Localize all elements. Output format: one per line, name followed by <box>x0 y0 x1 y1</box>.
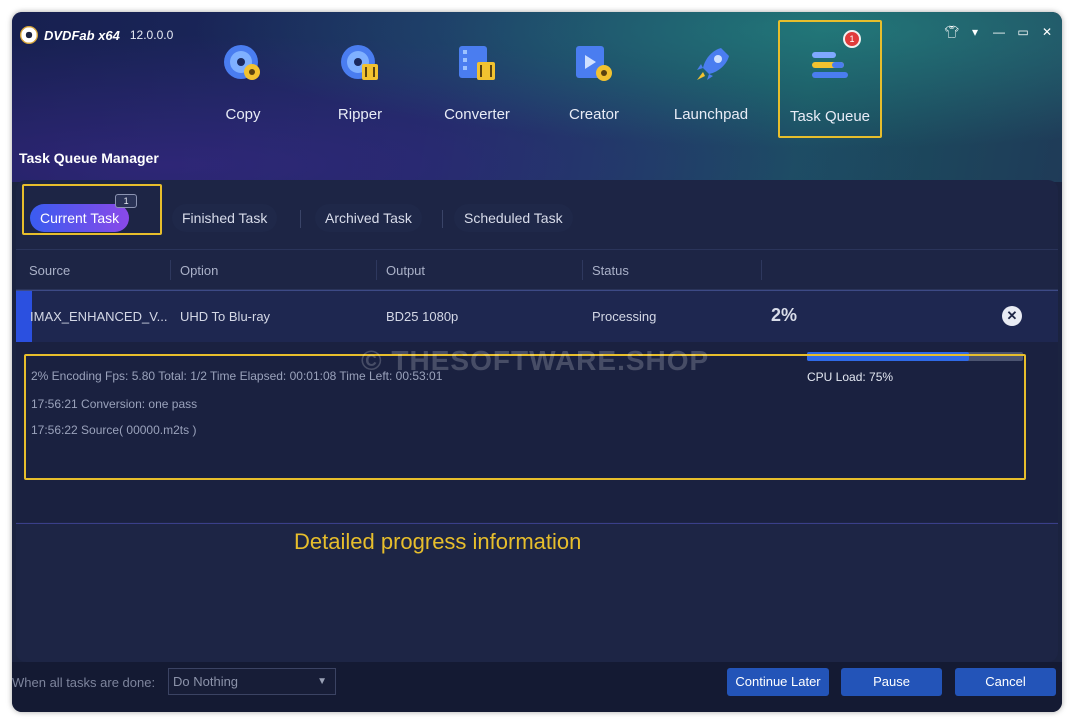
tab-label: Archived Task <box>325 210 412 226</box>
top-bar: DVDFab x64 12.0.0.0 👕︎ ▾ — ▭ ✕ Copy Ripp… <box>12 12 1062 182</box>
tab-scheduled-task[interactable]: Scheduled Task <box>454 204 573 232</box>
app-window: DVDFab x64 12.0.0.0 👕︎ ▾ — ▭ ✕ Copy Ripp… <box>12 12 1062 712</box>
rocket-icon <box>689 42 733 86</box>
pause-button[interactable]: Pause <box>841 668 942 696</box>
page-title: Task Queue Manager <box>19 150 159 166</box>
converter-film-icon <box>455 42 499 86</box>
tab-label: Finished Task <box>182 210 268 226</box>
window-controls: 👕︎ ▾ — ▭ ✕ <box>944 26 1054 38</box>
column-header-option: Option <box>180 263 219 278</box>
when-done-value: Do Nothing <box>173 674 239 689</box>
nav-label: Converter <box>444 106 510 123</box>
task-queue-panel: Current Task 1 Finished Task Archived Ta… <box>16 180 1058 662</box>
column-separator <box>170 260 171 280</box>
watermark: © THESOFTWARE.SHOP <box>361 345 710 376</box>
app-version: 12.0.0.0 <box>129 28 174 42</box>
task-option: UHD To Blu-ray <box>180 309 271 324</box>
annotation-label: Detailed progress information <box>294 529 582 554</box>
app-name: DVDFab x64 <box>44 27 120 43</box>
task-queue-icon <box>808 44 852 88</box>
tab-separator <box>300 210 301 228</box>
nav-label: Launchpad <box>673 106 749 123</box>
copy-disc-icon <box>221 42 265 86</box>
close-icon[interactable]: ✕ <box>1040 26 1054 38</box>
nav-ripper[interactable]: Ripper <box>310 42 410 138</box>
footer-bar: When all tasks are done: Do Nothing ▼ Co… <box>12 662 1062 712</box>
task-status: Processing <box>592 309 657 324</box>
tab-separator <box>442 210 443 228</box>
app-logo: DVDFab x64 12.0.0.0 <box>20 26 173 44</box>
dropdown-icon[interactable]: ▾ <box>968 26 982 38</box>
ripper-disc-icon <box>338 42 382 86</box>
when-done-select[interactable]: Do Nothing ▼ <box>168 668 336 695</box>
nav-task-queue[interactable]: 1 Task Queue <box>778 20 882 138</box>
nav-copy[interactable]: Copy <box>193 42 293 138</box>
maximize-icon[interactable]: ▭ <box>1016 26 1030 38</box>
nav-converter[interactable]: Converter <box>427 42 527 138</box>
nav-label: Creator <box>568 106 620 123</box>
column-separator <box>376 260 377 280</box>
section-divider <box>16 523 1058 524</box>
column-header-output: Output <box>386 263 426 278</box>
nav-label: Task Queue <box>789 108 871 125</box>
column-header-source: Source <box>29 263 71 278</box>
cancel-button[interactable]: Cancel <box>955 668 1056 696</box>
chevron-down-icon: ▼ <box>317 676 327 687</box>
current-task-highlight <box>22 184 162 235</box>
tab-bar: Current Task 1 Finished Task Archived Ta… <box>16 180 1058 250</box>
column-separator <box>582 260 583 280</box>
nav-creator[interactable]: Creator <box>544 42 644 138</box>
when-done-label: When all tasks are done: <box>12 675 156 690</box>
task-percent: 2% <box>771 305 798 325</box>
nav-launchpad[interactable]: Launchpad <box>661 42 761 138</box>
dvdfab-logo-icon <box>20 26 38 44</box>
nav-label: Ripper <box>337 106 383 123</box>
nav-label: Copy <box>225 106 261 123</box>
task-source: IMAX_ENHANCED_V... <box>30 309 168 324</box>
task-output: BD25 1080p <box>386 309 459 324</box>
tab-archived-task[interactable]: Archived Task <box>315 204 422 232</box>
tab-finished-task[interactable]: Finished Task <box>172 204 278 232</box>
remove-task-icon[interactable]: ✕ <box>1002 306 1022 326</box>
creator-icon <box>572 42 616 86</box>
column-header-status: Status <box>592 263 629 278</box>
continue-later-button[interactable]: Continue Later <box>727 668 829 696</box>
minimize-icon[interactable]: — <box>992 26 1006 38</box>
tab-label: Scheduled Task <box>464 210 563 226</box>
column-separator <box>761 260 762 280</box>
table-row[interactable]: IMAX_ENHANCED_V... UHD To Blu-ray BD25 1… <box>16 290 1058 343</box>
shirt-icon[interactable]: 👕︎ <box>944 26 959 38</box>
task-queue-badge: 1 <box>843 30 861 48</box>
